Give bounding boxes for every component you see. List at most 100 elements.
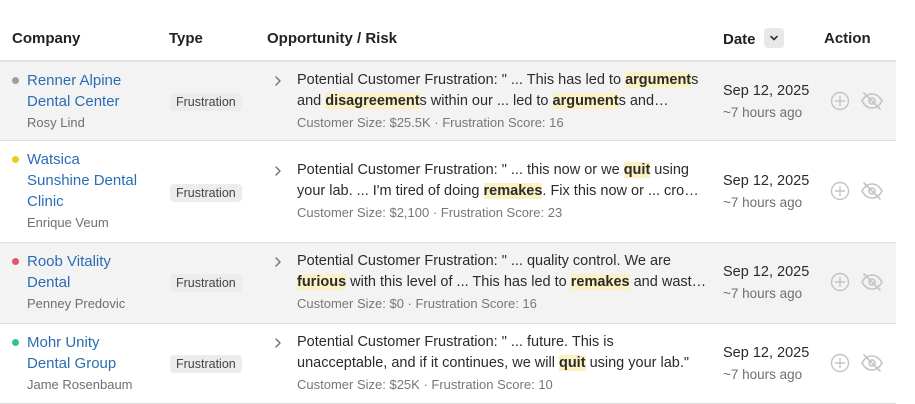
keyword-highlight: argument xyxy=(552,93,619,109)
company-name-line[interactable]: Clinic xyxy=(27,191,152,212)
text-segment: Potential Customer Frustration: " ... th… xyxy=(297,162,624,178)
column-header-date-label: Date xyxy=(723,30,756,48)
company-name-line[interactable]: Dental Center xyxy=(27,91,152,112)
opportunity-line: Potential Customer Frustration: " ... Th… xyxy=(297,70,707,91)
opportunity-line: unacceptable, and if it continues, we wi… xyxy=(297,353,707,374)
column-header-action: Action xyxy=(824,30,871,47)
text-segment: unacceptable, and if it continues, we wi… xyxy=(297,355,559,371)
opportunity-text[interactable]: Potential Customer Frustration: " ... qu… xyxy=(297,251,707,313)
opportunity-text[interactable]: Potential Customer Frustration: " ... Th… xyxy=(297,70,707,132)
status-dot xyxy=(12,339,19,346)
text-segment: . Fix this now or ... crow… xyxy=(542,183,707,199)
add-circle-icon[interactable] xyxy=(830,181,850,201)
status-dot xyxy=(12,156,19,163)
chevron-right-icon[interactable] xyxy=(272,164,284,178)
opportunity-line: Potential Customer Frustration: " ... th… xyxy=(297,160,707,181)
chevron-right-icon[interactable] xyxy=(272,74,284,88)
text-segment: Potential Customer Frustration: " ... Th… xyxy=(297,72,626,88)
opportunity-text[interactable]: Potential Customer Frustration: " ... th… xyxy=(297,160,707,222)
status-dot xyxy=(12,258,19,265)
opportunity-text[interactable]: Potential Customer Frustration: " ... fu… xyxy=(297,332,707,394)
opportunity-meta: Customer Size: $25K · Frustration Score:… xyxy=(297,377,553,392)
keyword-highlight: remakes xyxy=(483,183,543,199)
text-segment: s and… xyxy=(618,93,669,109)
opportunity-meta: Customer Size: $25.5K · Frustration Scor… xyxy=(297,115,564,130)
eye-slash-icon[interactable] xyxy=(860,91,884,111)
text-segment: s within our ... led to xyxy=(419,93,553,109)
column-header-company[interactable]: Company xyxy=(12,30,80,47)
company-cell: Renner Alpine Dental Center Rosy Lind xyxy=(27,70,152,133)
table-row[interactable]: Mohr Unity Dental Group Jame Rosenbaum F… xyxy=(0,324,896,404)
company-name-line[interactable]: Dental xyxy=(27,272,152,293)
keyword-highlight: furious xyxy=(297,274,347,290)
opportunity-line: and disagreements within our ... led to … xyxy=(297,91,707,112)
eye-slash-icon[interactable] xyxy=(860,272,884,292)
text-segment: s xyxy=(691,72,699,88)
opportunities-table: Company Type Opportunity / Risk Date Act… xyxy=(0,0,896,404)
text-segment: your lab. ... I'm tired of doing xyxy=(297,183,484,199)
company-name-line[interactable]: Roob Vitality xyxy=(27,251,152,272)
text-segment: using xyxy=(650,162,689,178)
keyword-highlight: disagreement xyxy=(325,93,420,109)
contact-name: Jame Rosenbaum xyxy=(27,377,133,392)
relative-time: ~7 hours ago xyxy=(723,195,803,210)
relative-time: ~7 hours ago xyxy=(723,286,803,301)
date-cell: Sep 12, 2025 ~7 hours ago xyxy=(723,343,809,385)
contact-name: Rosy Lind xyxy=(27,115,85,130)
text-segment: using your lab." xyxy=(585,355,690,371)
opportunity-line: Potential Customer Frustration: " ... fu… xyxy=(297,332,707,353)
text-segment: Potential Customer Frustration: " ... qu… xyxy=(297,253,671,269)
relative-time: ~7 hours ago xyxy=(723,105,803,120)
contact-name: Penney Predovic xyxy=(27,296,126,311)
text-segment: Potential Customer Frustration: " ... fu… xyxy=(297,334,614,350)
type-badge: Frustration xyxy=(170,274,242,292)
date-value: Sep 12, 2025 xyxy=(723,173,810,189)
opportunity-line: your lab. ... I'm tired of doing remakes… xyxy=(297,181,707,202)
add-circle-icon[interactable] xyxy=(830,272,850,292)
opportunity-line: Potential Customer Frustration: " ... qu… xyxy=(297,251,707,272)
add-circle-icon[interactable] xyxy=(830,353,850,373)
opportunity-meta: Customer Size: $2,100 · Frustration Scor… xyxy=(297,205,563,220)
keyword-highlight: argument xyxy=(625,72,692,88)
table-row[interactable]: Watsica Sunshine Dental Clinic Enrique V… xyxy=(0,141,896,243)
keyword-highlight: quit xyxy=(558,355,586,371)
chevron-down-icon xyxy=(769,35,778,41)
company-cell: Watsica Sunshine Dental Clinic Enrique V… xyxy=(27,149,152,233)
table-row[interactable]: Roob Vitality Dental Penney Predovic Fru… xyxy=(0,243,896,324)
keyword-highlight: quit xyxy=(623,162,651,178)
company-name-line[interactable]: Dental Group xyxy=(27,353,152,374)
column-header-type[interactable]: Type xyxy=(169,30,203,47)
chevron-right-icon[interactable] xyxy=(272,255,284,269)
keyword-highlight: remakes xyxy=(570,274,630,290)
text-segment: and waste… xyxy=(629,274,707,290)
contact-name: Enrique Veum xyxy=(27,215,109,230)
company-name-line[interactable]: Mohr Unity xyxy=(27,332,152,353)
sort-date-button[interactable] xyxy=(763,28,784,48)
column-header-opportunity[interactable]: Opportunity / Risk xyxy=(267,30,397,47)
table-row[interactable]: Renner Alpine Dental Center Rosy Lind Fr… xyxy=(0,62,896,141)
date-cell: Sep 12, 2025 ~7 hours ago xyxy=(723,81,809,123)
text-segment: with this level of ... This has led to xyxy=(346,274,571,290)
eye-slash-icon[interactable] xyxy=(860,353,884,373)
type-badge: Frustration xyxy=(170,184,242,202)
company-name-line[interactable]: Watsica xyxy=(27,149,152,170)
table-header: Company Type Opportunity / Risk Date Act… xyxy=(0,0,896,62)
company-name-line[interactable]: Renner Alpine xyxy=(27,70,152,91)
relative-time: ~7 hours ago xyxy=(723,367,803,382)
eye-slash-icon[interactable] xyxy=(860,181,884,201)
type-badge: Frustration xyxy=(170,93,242,111)
chevron-right-icon[interactable] xyxy=(272,336,284,350)
company-cell: Roob Vitality Dental Penney Predovic xyxy=(27,251,152,314)
date-value: Sep 12, 2025 xyxy=(723,83,810,99)
company-name-line[interactable]: Sunshine Dental xyxy=(27,170,152,191)
date-cell: Sep 12, 2025 ~7 hours ago xyxy=(723,171,809,213)
opportunity-meta: Customer Size: $0 · Frustration Score: 1… xyxy=(297,296,537,311)
text-segment: and xyxy=(297,93,326,109)
company-cell: Mohr Unity Dental Group Jame Rosenbaum xyxy=(27,332,152,395)
status-dot xyxy=(12,77,19,84)
column-header-date[interactable]: Date xyxy=(723,28,784,48)
add-circle-icon[interactable] xyxy=(830,91,850,111)
opportunity-line: furious with this level of ... This has … xyxy=(297,272,707,293)
type-badge: Frustration xyxy=(170,355,242,373)
date-cell: Sep 12, 2025 ~7 hours ago xyxy=(723,262,809,304)
